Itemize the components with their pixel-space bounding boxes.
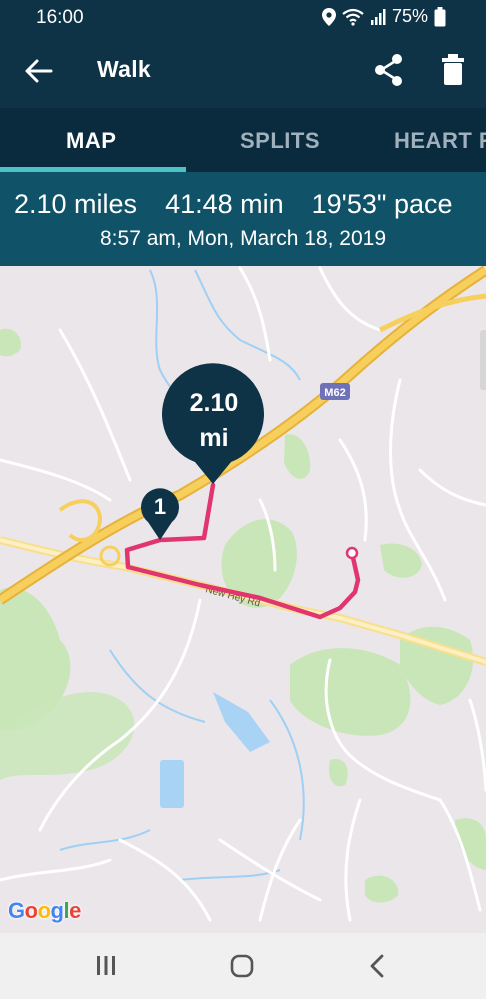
- motorway-label: M62: [324, 387, 345, 399]
- scroll-handle[interactable]: [480, 330, 486, 390]
- google-logo: Google: [8, 898, 81, 924]
- tab-map[interactable]: MAP: [66, 108, 116, 172]
- battery-icon: [434, 6, 446, 26]
- share-icon[interactable]: [372, 52, 406, 88]
- distance-marker-unit: mi: [199, 424, 228, 452]
- recent-apps-icon[interactable]: [86, 949, 126, 983]
- stats-row: 2.10 miles 41:48 min 19'53" pace: [14, 189, 481, 220]
- signal-icon: [370, 8, 386, 25]
- google-logo-text: Google: [8, 898, 81, 923]
- tab-splits[interactable]: SPLITS: [240, 108, 320, 172]
- home-icon[interactable]: [222, 949, 262, 983]
- back-nav-icon[interactable]: [358, 949, 398, 983]
- back-arrow-icon[interactable]: [22, 54, 56, 88]
- tab-bar: MAP SPLITS HEART R: [0, 108, 486, 172]
- pace-stat: 19'53" pace: [311, 189, 453, 219]
- distance-stat: 2.10 miles: [14, 189, 138, 219]
- status-bar: 16:00 75%: [0, 0, 486, 34]
- workout-summary: 2.10 miles 41:48 min 19'53" pace 8:57 am, …: [0, 172, 486, 266]
- status-icons: 75%: [321, 6, 446, 27]
- duration-stat: 41:48 min: [165, 189, 284, 219]
- distance-marker-value: 2.10: [190, 389, 239, 417]
- wifi-icon: [342, 8, 364, 26]
- motorway-shield: M62: [320, 383, 350, 400]
- split-marker-label: 1: [154, 494, 166, 519]
- tab-heart-rate[interactable]: HEART R: [394, 108, 486, 172]
- battery-percent: 75%: [391, 6, 428, 26]
- workout-date: 8:57 am, Mon, March 18, 2019: [100, 227, 386, 250]
- page-title: Walk: [97, 56, 152, 82]
- trash-icon[interactable]: [438, 52, 468, 88]
- route-map[interactable]: M62 New Hey Rd 1 2.10 mi: [0, 266, 486, 933]
- app-bar: Walk: [0, 34, 486, 108]
- route-end-icon: [345, 546, 359, 560]
- location-icon: [321, 7, 336, 26]
- navigation-bar: [0, 933, 486, 999]
- status-time: 16:00: [36, 7, 84, 28]
